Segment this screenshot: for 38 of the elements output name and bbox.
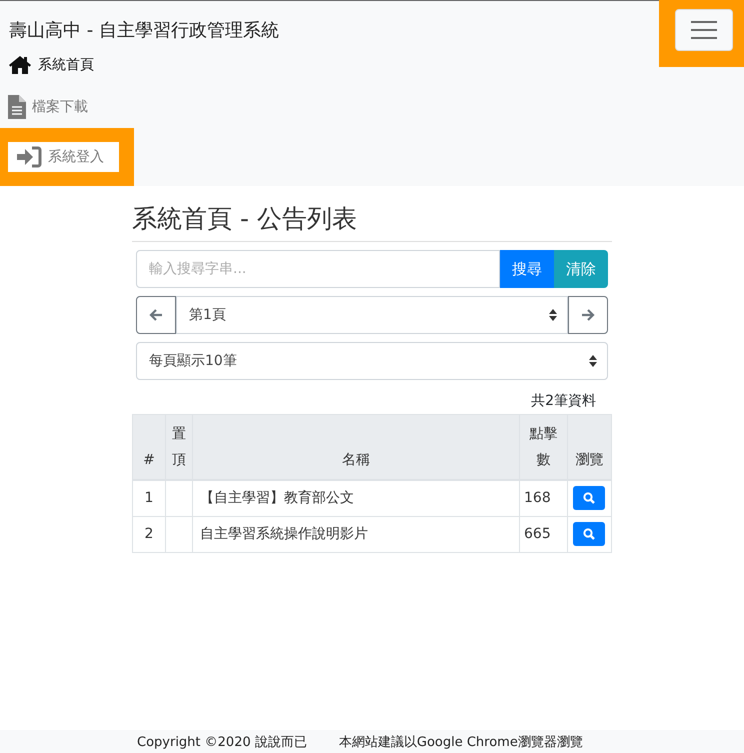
table-cell: 自主學習系統操作說明影片 <box>192 516 520 552</box>
search-icon <box>583 528 595 540</box>
document-icon <box>8 94 26 119</box>
previous-page-button[interactable] <box>136 296 176 334</box>
page-heading: 系統首頁 - 公告列表 <box>132 202 612 242</box>
column-header: 瀏覽 <box>568 414 612 480</box>
brand-title[interactable]: 壽山高中 - 自主學習行政管理系統 <box>9 18 279 44</box>
nav-link[interactable]: 檔案下載 <box>8 94 88 119</box>
menu-button[interactable] <box>675 9 733 51</box>
menu-icon <box>691 20 717 40</box>
sort-icon <box>589 355 597 367</box>
browser-note: 本網站建議以Google Chrome瀏覽器瀏覽 <box>338 734 583 750</box>
table-cell: 【自主學習】教育部公文 <box>192 480 520 516</box>
search-button[interactable]: 搜尋 <box>500 250 554 288</box>
sort-icon <box>549 309 557 321</box>
column-header: # <box>132 414 166 480</box>
home-icon <box>8 54 32 75</box>
search-field[interactable]: 輸入搜尋字串... <box>136 250 500 288</box>
table-cell: 168 <box>520 480 568 516</box>
arrow-left-icon <box>149 308 163 322</box>
view-button[interactable] <box>573 486 605 510</box>
column-header: 點擊數 <box>520 414 568 480</box>
copyright-text: Copyright ©2020 說說而已 <box>137 734 307 750</box>
search-icon <box>583 492 595 504</box>
nav-link[interactable]: 系統登入 <box>8 142 119 172</box>
record-count: 共2筆資料 <box>531 392 596 410</box>
per-page-select[interactable]: 每頁顯示10筆 <box>136 342 608 380</box>
sign-in-icon <box>16 146 42 168</box>
column-header: 名稱 <box>192 414 520 480</box>
view-button[interactable] <box>573 522 605 546</box>
arrow-right-icon <box>581 308 595 322</box>
table-cell: 665 <box>520 516 568 552</box>
table-cell: 2 <box>132 516 166 552</box>
next-page-button[interactable] <box>568 296 608 334</box>
nav-link[interactable]: 系統首頁 <box>8 54 94 75</box>
table-cell: 1 <box>132 480 166 516</box>
page-select[interactable]: 第1頁 <box>176 296 568 334</box>
column-header: 置頂 <box>166 414 192 480</box>
